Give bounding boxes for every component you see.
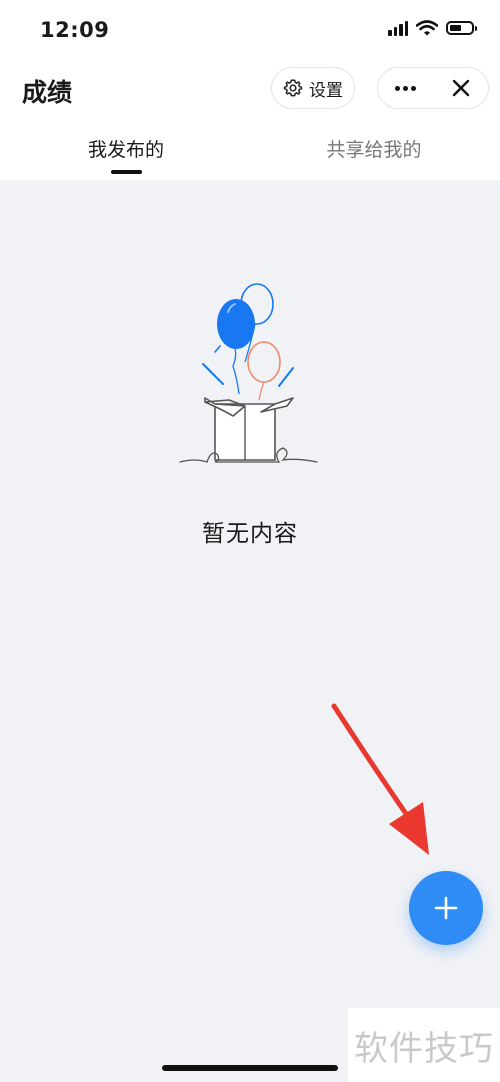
- plus-icon: [434, 896, 458, 920]
- add-button[interactable]: [409, 871, 483, 945]
- cellular-signal-icon: [388, 20, 408, 36]
- page-title: 成绩: [22, 78, 73, 107]
- active-tab-indicator: [111, 170, 142, 174]
- close-icon: [452, 79, 469, 97]
- watermark: 软件技巧: [348, 1008, 500, 1082]
- top-bar: 12:09 成绩 设置 我发布的 共享给我的: [0, 0, 500, 180]
- close-button[interactable]: [433, 68, 488, 108]
- empty-state-text: 暂无内容: [202, 521, 298, 547]
- red-arrow-annotation: [331, 703, 429, 855]
- wifi-icon: [416, 20, 438, 36]
- settings-label: 设置: [309, 80, 343, 101]
- mini-program-capsule: [377, 67, 489, 109]
- tab-my-published[interactable]: 我发布的: [70, 135, 182, 162]
- gear-icon: [283, 79, 303, 97]
- tab-shared-with-me[interactable]: 共享给我的: [312, 135, 436, 162]
- more-dots-icon: [395, 85, 416, 91]
- battery-icon: [446, 21, 477, 35]
- status-icons: [388, 20, 477, 36]
- gift-box-balloons-illustration: [179, 283, 318, 463]
- home-indicator: [162, 1065, 338, 1071]
- more-button[interactable]: [378, 68, 433, 108]
- settings-button[interactable]: 设置: [271, 67, 355, 109]
- status-time: 12:09: [40, 18, 110, 42]
